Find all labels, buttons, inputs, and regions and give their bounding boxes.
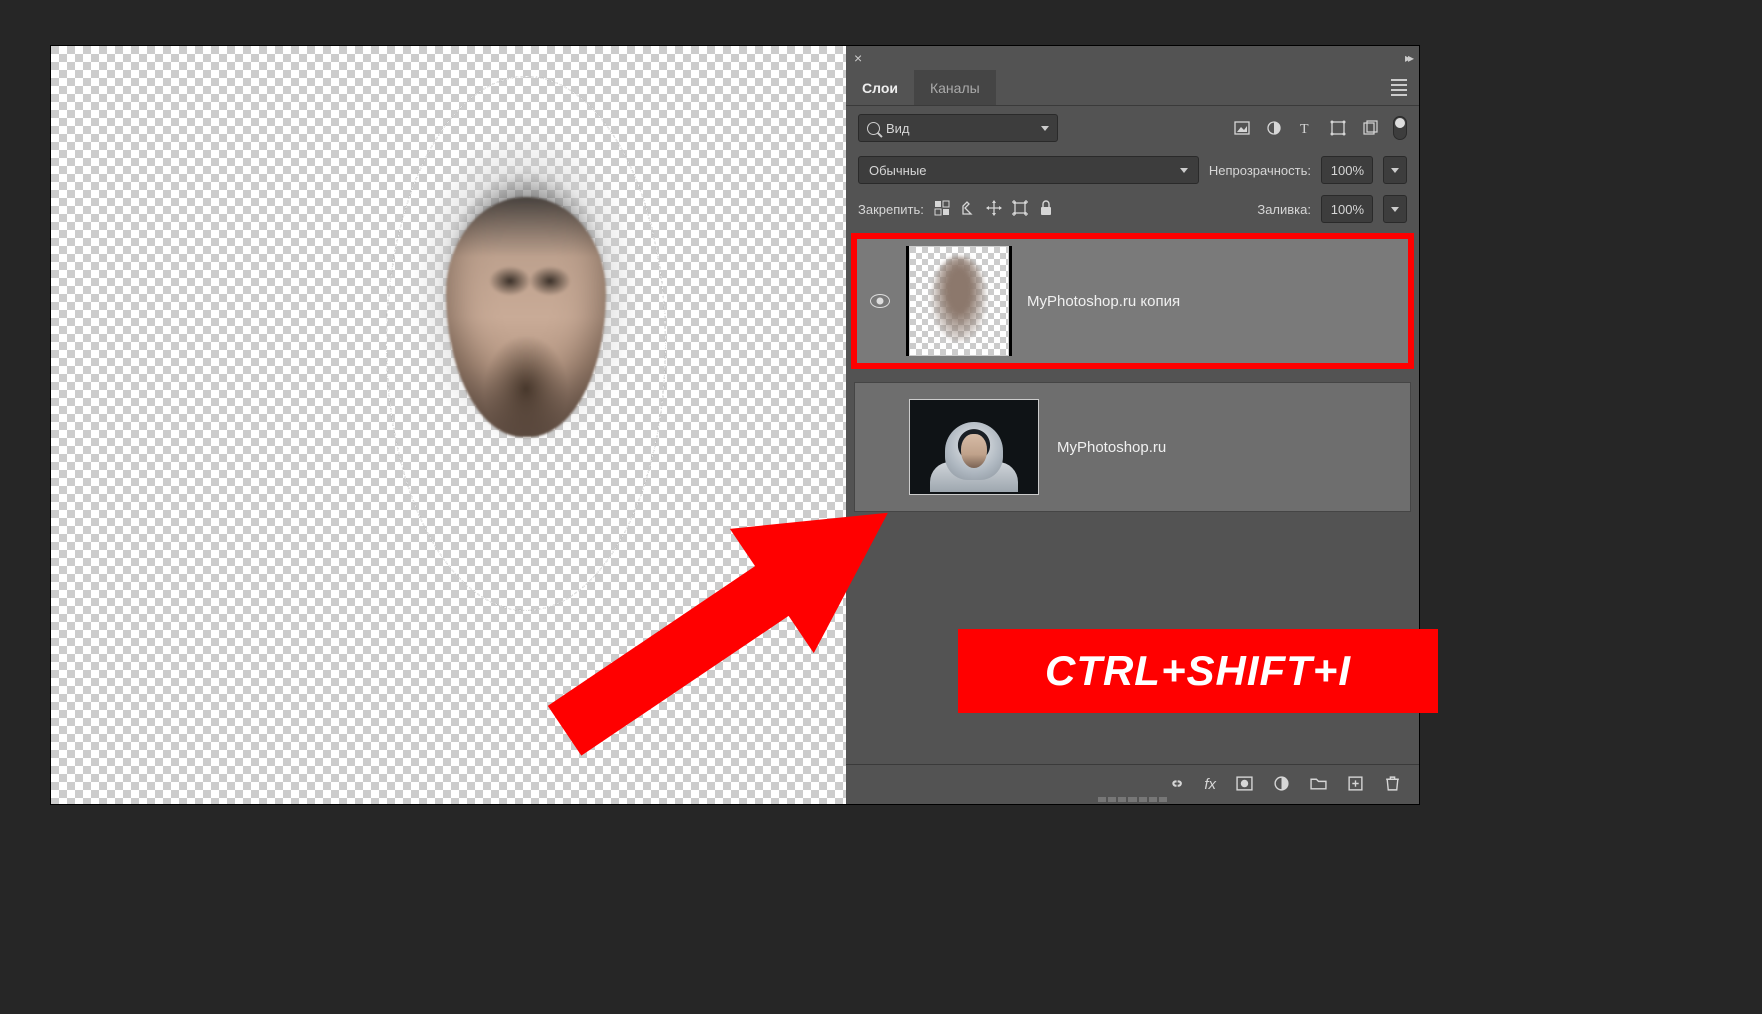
layer-name[interactable]: MyPhotoshop.ru копия (1027, 293, 1180, 310)
tab-channels[interactable]: Каналы (914, 70, 996, 105)
search-icon (867, 122, 880, 135)
adjustment-layer-filter-icon[interactable] (1265, 119, 1283, 137)
smart-object-filter-icon[interactable] (1361, 119, 1379, 137)
layer-name[interactable]: MyPhotoshop.ru (1057, 439, 1166, 456)
lock-artboard-icon[interactable] (1012, 200, 1028, 219)
shape-layer-filter-icon[interactable] (1329, 119, 1347, 137)
blend-mode-label: Обычные (869, 163, 926, 178)
fill-dropdown[interactable] (1383, 195, 1407, 223)
fx-icon[interactable]: fx (1204, 776, 1216, 793)
lock-all-icon[interactable] (1038, 200, 1054, 219)
canvas[interactable] (51, 46, 846, 804)
chevron-down-icon (1041, 126, 1049, 131)
collapse-panel-icon[interactable]: ▸▸ (1405, 51, 1411, 65)
type-layer-filter-icon[interactable]: T (1297, 119, 1315, 137)
new-layer-icon[interactable] (1347, 775, 1364, 795)
workspace: × ▸▸ Слои Каналы Вид T (50, 45, 1420, 805)
fill-input[interactable]: 100% (1321, 195, 1373, 223)
svg-text:T: T (1300, 122, 1309, 136)
layer-thumbnail[interactable] (909, 399, 1039, 495)
fill-label: Заливка: (1257, 202, 1311, 217)
link-layers-icon[interactable] (1167, 775, 1184, 795)
opacity-label: Непрозрачность: (1209, 163, 1311, 178)
layer-row[interactable]: MyPhotoshop.ru (854, 382, 1411, 512)
filter-label: Вид (886, 121, 910, 136)
layer-row[interactable]: MyPhotoshop.ru копия (854, 236, 1411, 366)
tab-layers[interactable]: Слои (846, 70, 914, 105)
blend-mode-select[interactable]: Обычные (858, 156, 1199, 184)
shortcut-callout: CTRL+SHIFT+I (958, 629, 1438, 713)
lock-image-icon[interactable] (960, 200, 976, 219)
lock-position-icon[interactable] (986, 200, 1002, 219)
chevron-down-icon (1180, 168, 1188, 173)
layer-filter-select[interactable]: Вид (858, 114, 1058, 142)
opacity-dropdown[interactable] (1383, 156, 1407, 184)
mask-icon[interactable] (1236, 775, 1253, 795)
trash-icon[interactable] (1384, 775, 1401, 795)
visibility-eye-icon[interactable] (870, 294, 890, 308)
filter-toggle[interactable] (1393, 116, 1407, 140)
panel-menu-icon[interactable] (1387, 75, 1411, 100)
folder-icon[interactable] (1310, 775, 1327, 795)
lock-label: Закрепить: (858, 202, 924, 217)
opacity-input[interactable]: 100% (1321, 156, 1373, 184)
adjustment-icon[interactable] (1273, 775, 1290, 795)
lock-transparent-icon[interactable] (934, 200, 950, 219)
panel-tabs: Слои Каналы (846, 70, 1419, 106)
close-icon[interactable]: × (854, 50, 862, 66)
elliptical-selection (386, 76, 666, 611)
layer-thumbnail[interactable] (909, 246, 1009, 356)
image-layer-filter-icon[interactable] (1233, 119, 1251, 137)
resize-grip[interactable] (1098, 797, 1168, 802)
